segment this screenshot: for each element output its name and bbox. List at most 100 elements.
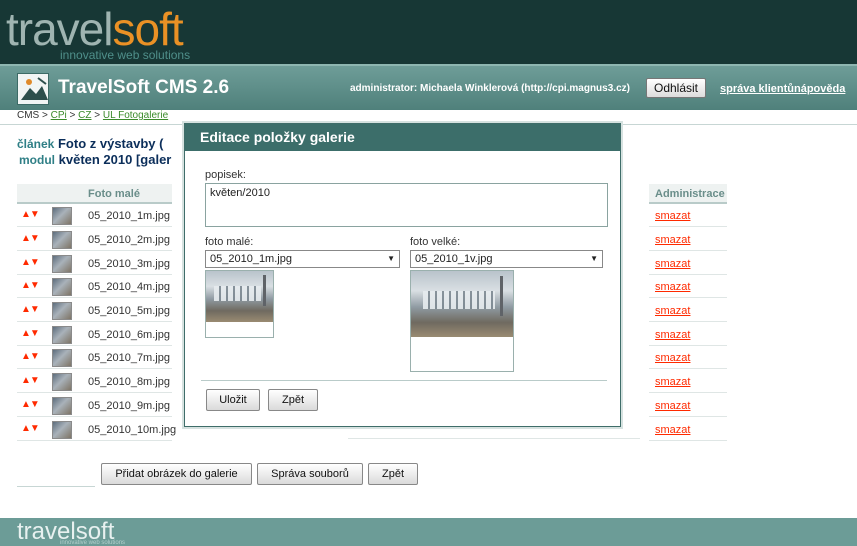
photo-thumbnail (52, 255, 72, 273)
client-admin-link[interactable]: správa klientů (720, 83, 794, 95)
delete-link[interactable]: smazat (655, 376, 690, 388)
photo-thumbnail (52, 326, 72, 344)
save-button[interactable]: Uložit (206, 389, 260, 411)
breadcrumb-item-cz[interactable]: CZ (78, 110, 91, 121)
col-header-administration: Administrace (655, 188, 725, 200)
chevron-down-icon: ▼ (590, 254, 598, 263)
module-heading: modul květen 2010 [galer (19, 152, 171, 167)
construction-photo-image (206, 271, 273, 322)
table-row: ▲▼ 05_2010_1m.jpg (17, 205, 172, 227)
table-row: ▲▼ 05_2010_4m.jpg (17, 276, 172, 298)
table-row: ▲▼ 05_2010_3m.jpg (17, 253, 172, 275)
photo-thumbnail (52, 349, 72, 367)
file-name: 05_2010_2m.jpg (88, 234, 170, 246)
small-photo-preview (205, 270, 274, 338)
table-row-admin: smazat (649, 324, 727, 346)
delete-link[interactable]: smazat (655, 329, 690, 341)
description-field[interactable]: květen/2010 (205, 183, 608, 227)
dialog-title: Editace položky galerie (185, 124, 620, 151)
move-up-down-icon[interactable]: ▲▼ (21, 209, 40, 220)
chevron-down-icon: ▼ (387, 254, 395, 263)
file-name: 05_2010_3m.jpg (88, 258, 170, 270)
small-photo-label: foto malé: (205, 236, 254, 248)
table-row: ▲▼ 05_2010_7m.jpg (17, 347, 172, 369)
back-button[interactable]: Zpět (368, 463, 418, 485)
photo-thumbnail (52, 278, 72, 296)
table-row-admin: smazat (649, 395, 727, 417)
add-image-button[interactable]: Přidat obrázek do galerie (101, 463, 252, 485)
logo-tagline: innovative web solutions (60, 48, 191, 62)
table-row: ▲▼ 05_2010_8m.jpg (17, 371, 172, 393)
file-name: 05_2010_5m.jpg (88, 305, 170, 317)
file-name: 05_2010_7m.jpg (88, 352, 170, 364)
small-photo-select[interactable]: 05_2010_1m.jpg ▼ (205, 250, 400, 268)
file-name: 05_2010_10m.jpg (88, 424, 177, 436)
delete-link[interactable]: smazat (655, 305, 690, 317)
large-photo-selected-value: 05_2010_1v.jpg (415, 253, 493, 265)
table-row: ▲▼ 05_2010_5m.jpg (17, 300, 172, 322)
photo-thumbnail (52, 207, 72, 225)
dialog-back-button[interactable]: Zpět (268, 389, 318, 411)
table-header-admin: Administrace (649, 184, 727, 204)
table-row-admin: smazat (649, 371, 727, 393)
move-up-down-icon[interactable]: ▲▼ (21, 233, 40, 244)
table-row-admin: smazat (649, 253, 727, 275)
footer-bar: travelsoft innovative web solutions (0, 518, 857, 546)
top-banner: travelsoft innovative web solutions (0, 0, 857, 64)
file-name: 05_2010_6m.jpg (88, 329, 170, 341)
breadcrumb-root: CMS (17, 110, 40, 121)
table-row: ▲▼ 05_2010_2m.jpg (17, 229, 172, 251)
move-up-down-icon[interactable]: ▲▼ (21, 304, 40, 315)
breadcrumb-separator: > (39, 110, 51, 121)
article-heading: článek Foto z výstavby ( (17, 136, 163, 151)
breadcrumb-item-cpi[interactable]: CPi (51, 110, 67, 121)
content-divider (17, 486, 95, 487)
delete-link[interactable]: smazat (655, 352, 690, 364)
breadcrumb-item-gallery[interactable]: UL Fotogalerie (103, 110, 168, 121)
move-up-down-icon[interactable]: ▲▼ (21, 423, 40, 434)
file-name: 05_2010_8m.jpg (88, 376, 170, 388)
move-up-down-icon[interactable]: ▲▼ (21, 351, 40, 362)
logout-button[interactable]: Odhlásit (646, 78, 706, 98)
delete-link[interactable]: smazat (655, 424, 690, 436)
help-link[interactable]: nápověda (794, 83, 845, 95)
module-label: modul (19, 153, 55, 167)
file-name: 05_2010_1m.jpg (88, 210, 170, 222)
module-title: květen 2010 [galer (58, 152, 172, 167)
delete-link[interactable]: smazat (655, 210, 690, 222)
construction-photo-image (411, 271, 513, 337)
file-name: 05_2010_9m.jpg (88, 400, 170, 412)
delete-link[interactable]: smazat (655, 400, 690, 412)
move-up-down-icon[interactable]: ▲▼ (21, 280, 40, 291)
edit-gallery-item-dialog: Editace položky galerie popisek: květen/… (184, 123, 621, 427)
table-row-admin: smazat (649, 347, 727, 369)
move-up-down-icon[interactable]: ▲▼ (21, 257, 40, 268)
photo-thumbnail (52, 373, 72, 391)
breadcrumb-separator: > (66, 110, 79, 121)
cms-app-icon (17, 73, 49, 105)
footer-tagline: innovative web solutions (60, 540, 126, 546)
move-up-down-icon[interactable]: ▲▼ (21, 375, 40, 386)
delete-link[interactable]: smazat (655, 258, 690, 270)
col-header-small-photo: Foto malé (88, 188, 140, 200)
article-label: článek (17, 137, 55, 151)
delete-link[interactable]: smazat (655, 234, 690, 246)
dialog-divider (201, 380, 607, 381)
logged-user-info: administrator: Michaela Winklerová (http… (350, 83, 630, 94)
photo-thumbnail (52, 421, 72, 439)
large-photo-select[interactable]: 05_2010_1v.jpg ▼ (410, 250, 603, 268)
table-row-admin: smazat (649, 276, 727, 298)
move-up-down-icon[interactable]: ▲▼ (21, 328, 40, 339)
description-label: popisek: (205, 169, 246, 181)
table-row-admin: smazat (649, 229, 727, 251)
manage-files-button[interactable]: Správa souborů (257, 463, 363, 485)
large-photo-preview (410, 270, 514, 372)
breadcrumb-separator: > (91, 110, 103, 121)
table-row: ▲▼ 05_2010_9m.jpg (17, 395, 172, 417)
move-up-down-icon[interactable]: ▲▼ (21, 399, 40, 410)
cms-title: TravelSoft CMS 2.6 (58, 77, 230, 98)
photo-thumbnail (52, 397, 72, 415)
table-row: ▲▼ 05_2010_10m.jpg (17, 419, 176, 441)
delete-link[interactable]: smazat (655, 281, 690, 293)
small-photo-selected-value: 05_2010_1m.jpg (210, 253, 292, 265)
